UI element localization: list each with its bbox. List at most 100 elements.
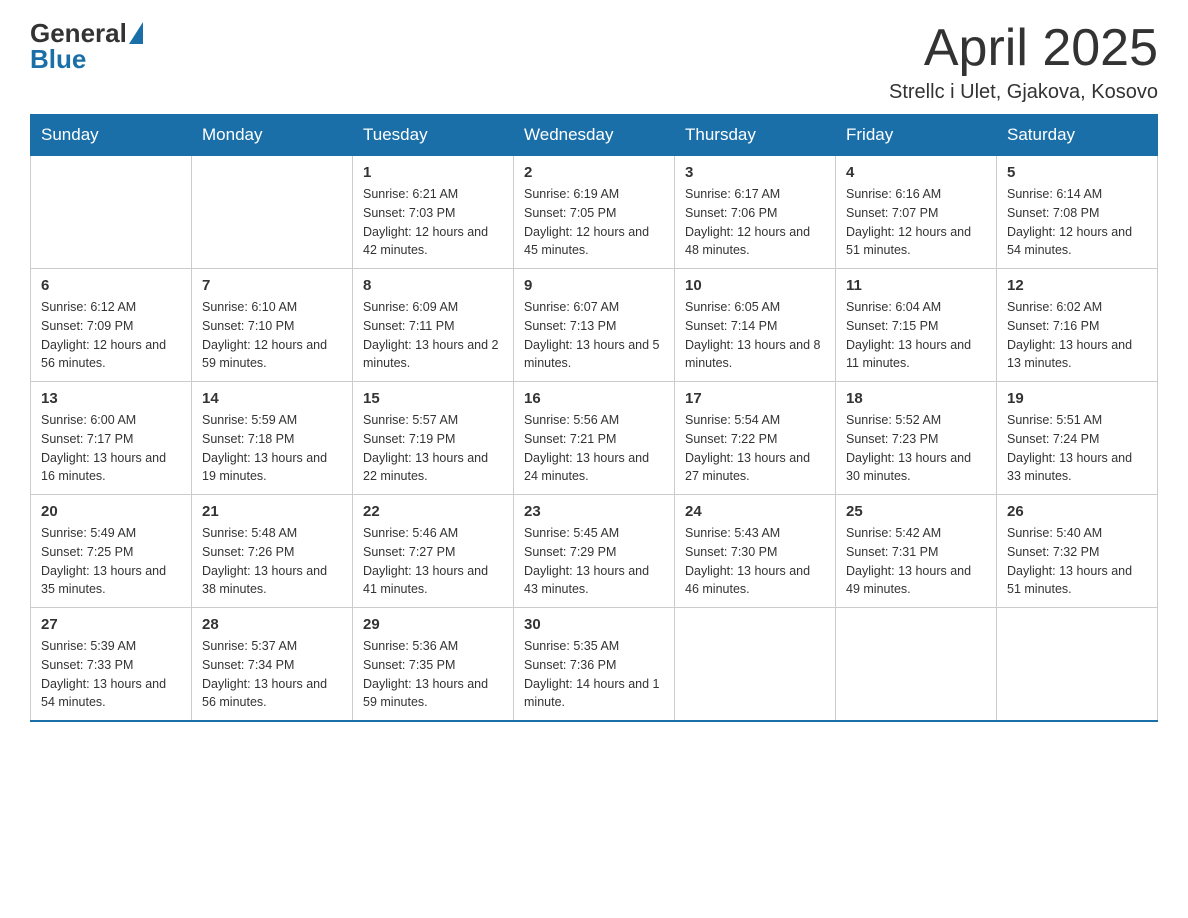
calendar-table: SundayMondayTuesdayWednesdayThursdayFrid… xyxy=(30,114,1158,722)
calendar-cell: 10 Sunrise: 6:05 AMSunset: 7:14 PMDayligh… xyxy=(675,269,836,382)
calendar-cell: 17 Sunrise: 5:54 AMSunset: 7:22 PMDayligh… xyxy=(675,382,836,495)
day-number: 3 xyxy=(685,164,825,181)
day-info: Sunrise: 6:02 AMSunset: 7:16 PMDaylight:… xyxy=(1007,298,1147,373)
day-number: 29 xyxy=(363,616,503,633)
day-number: 13 xyxy=(41,390,181,407)
calendar-cell: 6 Sunrise: 6:12 AMSunset: 7:09 PMDaylight… xyxy=(31,269,192,382)
day-number: 20 xyxy=(41,503,181,520)
day-info: Sunrise: 5:52 AMSunset: 7:23 PMDaylight:… xyxy=(846,411,986,486)
day-number: 23 xyxy=(524,503,664,520)
calendar-cell: 23 Sunrise: 5:45 AMSunset: 7:29 PMDayligh… xyxy=(514,495,675,608)
calendar-cell: 8 Sunrise: 6:09 AMSunset: 7:11 PMDaylight… xyxy=(353,269,514,382)
calendar-week-row: 13 Sunrise: 6:00 AMSunset: 7:17 PMDayligh… xyxy=(31,382,1158,495)
day-number: 26 xyxy=(1007,503,1147,520)
day-info: Sunrise: 5:54 AMSunset: 7:22 PMDaylight:… xyxy=(685,411,825,486)
day-info: Sunrise: 6:00 AMSunset: 7:17 PMDaylight:… xyxy=(41,411,181,486)
day-info: Sunrise: 6:12 AMSunset: 7:09 PMDaylight:… xyxy=(41,298,181,373)
day-info: Sunrise: 5:48 AMSunset: 7:26 PMDaylight:… xyxy=(202,524,342,599)
calendar-cell: 29 Sunrise: 5:36 AMSunset: 7:35 PMDayligh… xyxy=(353,608,514,722)
day-number: 14 xyxy=(202,390,342,407)
day-info: Sunrise: 5:56 AMSunset: 7:21 PMDaylight:… xyxy=(524,411,664,486)
calendar-week-row: 6 Sunrise: 6:12 AMSunset: 7:09 PMDaylight… xyxy=(31,269,1158,382)
day-number: 1 xyxy=(363,164,503,181)
weekday-header-friday: Friday xyxy=(836,115,997,156)
day-number: 8 xyxy=(363,277,503,294)
day-number: 2 xyxy=(524,164,664,181)
logo-triangle-icon xyxy=(129,22,143,44)
day-info: Sunrise: 6:10 AMSunset: 7:10 PMDaylight:… xyxy=(202,298,342,373)
calendar-cell: 3 Sunrise: 6:17 AMSunset: 7:06 PMDaylight… xyxy=(675,156,836,269)
day-info: Sunrise: 6:21 AMSunset: 7:03 PMDaylight:… xyxy=(363,185,503,260)
calendar-cell: 16 Sunrise: 5:56 AMSunset: 7:21 PMDayligh… xyxy=(514,382,675,495)
day-number: 5 xyxy=(1007,164,1147,181)
calendar-cell xyxy=(836,608,997,722)
weekday-header-wednesday: Wednesday xyxy=(514,115,675,156)
logo-general-text: General xyxy=(30,20,127,46)
weekday-header-monday: Monday xyxy=(192,115,353,156)
calendar-cell: 25 Sunrise: 5:42 AMSunset: 7:31 PMDayligh… xyxy=(836,495,997,608)
day-number: 22 xyxy=(363,503,503,520)
calendar-cell: 28Sunrise: 5:37 AMSunset: 7:34 PMDayligh… xyxy=(192,608,353,722)
calendar-cell: 2 Sunrise: 6:19 AMSunset: 7:05 PMDaylight… xyxy=(514,156,675,269)
day-number: 18 xyxy=(846,390,986,407)
calendar-cell: 24 Sunrise: 5:43 AMSunset: 7:30 PMDayligh… xyxy=(675,495,836,608)
day-info: Sunrise: 5:45 AMSunset: 7:29 PMDaylight:… xyxy=(524,524,664,599)
day-info: Sunrise: 5:43 AMSunset: 7:30 PMDaylight:… xyxy=(685,524,825,599)
weekday-header-thursday: Thursday xyxy=(675,115,836,156)
day-number: 16 xyxy=(524,390,664,407)
calendar-cell: 11 Sunrise: 6:04 AMSunset: 7:15 PMDayligh… xyxy=(836,269,997,382)
calendar-week-row: 27 Sunrise: 5:39 AMSunset: 7:33 PMDayligh… xyxy=(31,608,1158,722)
day-number: 9 xyxy=(524,277,664,294)
day-number: 10 xyxy=(685,277,825,294)
day-number: 27 xyxy=(41,616,181,633)
calendar-cell: 30Sunrise: 5:35 AMSunset: 7:36 PMDayligh… xyxy=(514,608,675,722)
day-number: 17 xyxy=(685,390,825,407)
day-info: Sunrise: 5:59 AMSunset: 7:18 PMDaylight:… xyxy=(202,411,342,486)
day-info: Sunrise: 5:57 AMSunset: 7:19 PMDaylight:… xyxy=(363,411,503,486)
day-number: 11 xyxy=(846,277,986,294)
day-info: Sunrise: 5:51 AMSunset: 7:24 PMDaylight:… xyxy=(1007,411,1147,486)
day-number: 25 xyxy=(846,503,986,520)
calendar-cell: 26 Sunrise: 5:40 AMSunset: 7:32 PMDayligh… xyxy=(997,495,1158,608)
calendar-cell: 19 Sunrise: 5:51 AMSunset: 7:24 PMDayligh… xyxy=(997,382,1158,495)
calendar-cell: 13 Sunrise: 6:00 AMSunset: 7:17 PMDayligh… xyxy=(31,382,192,495)
calendar-week-row: 20 Sunrise: 5:49 AMSunset: 7:25 PMDayligh… xyxy=(31,495,1158,608)
calendar-cell: 27 Sunrise: 5:39 AMSunset: 7:33 PMDayligh… xyxy=(31,608,192,722)
day-number: 28 xyxy=(202,616,342,633)
day-info: Sunrise: 6:09 AMSunset: 7:11 PMDaylight:… xyxy=(363,298,503,373)
day-info: Sunrise: 5:42 AMSunset: 7:31 PMDaylight:… xyxy=(846,524,986,599)
day-info: Sunrise: 6:17 AMSunset: 7:06 PMDaylight:… xyxy=(685,185,825,260)
day-number: 19 xyxy=(1007,390,1147,407)
day-number: 4 xyxy=(846,164,986,181)
day-info: Sunrise: 6:19 AMSunset: 7:05 PMDaylight:… xyxy=(524,185,664,260)
day-number: 12 xyxy=(1007,277,1147,294)
logo-blue-text: Blue xyxy=(30,46,143,72)
day-info: Sunrise: 6:16 AMSunset: 7:07 PMDaylight:… xyxy=(846,185,986,260)
day-number: 7 xyxy=(202,277,342,294)
day-info: Sunrise: 6:14 AMSunset: 7:08 PMDaylight:… xyxy=(1007,185,1147,260)
title-section: April 2025 Strellc i Ulet, Gjakova, Koso… xyxy=(889,20,1158,104)
calendar-cell: 15Sunrise: 5:57 AMSunset: 7:19 PMDayligh… xyxy=(353,382,514,495)
day-number: 24 xyxy=(685,503,825,520)
calendar-cell xyxy=(997,608,1158,722)
day-info: Sunrise: 5:39 AMSunset: 7:33 PMDaylight:… xyxy=(41,637,181,712)
weekday-header-tuesday: Tuesday xyxy=(353,115,514,156)
month-title: April 2025 xyxy=(889,20,1158,77)
day-info: Sunrise: 5:35 AMSunset: 7:36 PMDaylight:… xyxy=(524,637,664,712)
day-info: Sunrise: 5:36 AMSunset: 7:35 PMDaylight:… xyxy=(363,637,503,712)
day-info: Sunrise: 6:05 AMSunset: 7:14 PMDaylight:… xyxy=(685,298,825,373)
calendar-cell: 9 Sunrise: 6:07 AMSunset: 7:13 PMDaylight… xyxy=(514,269,675,382)
day-number: 6 xyxy=(41,277,181,294)
calendar-cell: 20 Sunrise: 5:49 AMSunset: 7:25 PMDayligh… xyxy=(31,495,192,608)
calendar-cell: 4 Sunrise: 6:16 AMSunset: 7:07 PMDaylight… xyxy=(836,156,997,269)
day-info: Sunrise: 6:07 AMSunset: 7:13 PMDaylight:… xyxy=(524,298,664,373)
page-header: General Blue April 2025 Strellc i Ulet, … xyxy=(30,20,1158,104)
weekday-header-saturday: Saturday xyxy=(997,115,1158,156)
calendar-cell xyxy=(192,156,353,269)
day-info: Sunrise: 5:49 AMSunset: 7:25 PMDaylight:… xyxy=(41,524,181,599)
calendar-cell: 7 Sunrise: 6:10 AMSunset: 7:10 PMDaylight… xyxy=(192,269,353,382)
day-info: Sunrise: 5:40 AMSunset: 7:32 PMDaylight:… xyxy=(1007,524,1147,599)
calendar-cell: 12 Sunrise: 6:02 AMSunset: 7:16 PMDayligh… xyxy=(997,269,1158,382)
calendar-cell: 22Sunrise: 5:46 AMSunset: 7:27 PMDayligh… xyxy=(353,495,514,608)
day-info: Sunrise: 6:04 AMSunset: 7:15 PMDaylight:… xyxy=(846,298,986,373)
